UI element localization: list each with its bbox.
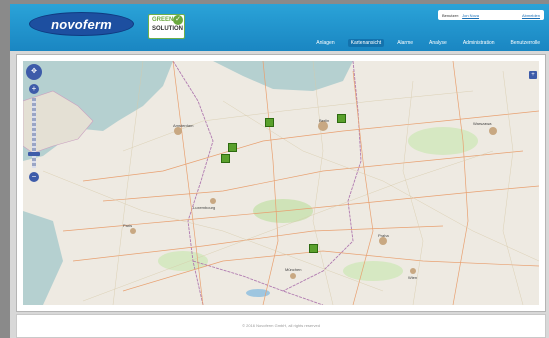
- map-canvas: [23, 61, 539, 305]
- logo[interactable]: novoferm: [29, 12, 134, 36]
- map-marker[interactable]: [228, 143, 237, 152]
- map-marker[interactable]: [337, 114, 346, 123]
- map-marker[interactable]: [221, 154, 230, 163]
- baltic-sea: [213, 61, 353, 91]
- zoom-bar[interactable]: [32, 98, 36, 168]
- zoom-control: ✥ + −: [26, 64, 42, 184]
- forest-area: [408, 127, 478, 155]
- map-marker[interactable]: [265, 118, 274, 127]
- page-footer: © 2016 Novoferm GmbH, all rights reserve…: [16, 314, 546, 338]
- map-marker[interactable]: [309, 244, 318, 253]
- nav-kartenansicht[interactable]: Kartenansicht: [347, 39, 385, 47]
- badge-line2: SOLUTION: [152, 26, 183, 32]
- border-line: [282, 61, 362, 292]
- user-bar: Benutzer: Jon Nova Abmelden: [438, 10, 544, 20]
- map-label: Warszawa: [473, 121, 492, 126]
- footer-text: © 2016 Novoferm GmbH, all rights reserve…: [242, 323, 320, 328]
- zoom-out-button[interactable]: −: [29, 172, 39, 182]
- channel-sea: [23, 211, 63, 305]
- map-label: Amsterdam: [173, 123, 194, 128]
- app-frame: novoferm GREEN SOLUTION ✓ Benutzer: Jon …: [10, 4, 549, 338]
- nav-benutzerrolle[interactable]: Benutzerrolle: [508, 39, 543, 47]
- logo-text: novoferm: [51, 16, 112, 32]
- zoom-slider-handle[interactable]: [28, 152, 40, 156]
- main-nav: Anlagen Kartenansicht Alarme Analyse Adm…: [313, 39, 543, 47]
- forest-area: [343, 261, 403, 281]
- zoom-in-button[interactable]: +: [29, 84, 39, 94]
- badge-line1: GREEN: [152, 17, 174, 23]
- app-header: novoferm GREEN SOLUTION ✓ Benutzer: Jon …: [10, 4, 549, 51]
- map-label: Wien: [408, 275, 418, 280]
- map-view[interactable]: Amsterdam Berlin Warszawa Luxembourg Par…: [23, 61, 539, 305]
- layer-switcher-button[interactable]: +: [529, 71, 537, 79]
- map-label: Paris: [123, 223, 133, 228]
- nav-anlagen[interactable]: Anlagen: [313, 39, 337, 47]
- pan-icon[interactable]: ✥: [26, 64, 42, 80]
- user-label: Benutzer:: [442, 12, 460, 18]
- map-label: Berlin: [319, 118, 330, 123]
- map-label: Luxembourg: [193, 205, 216, 210]
- check-icon: ✓: [173, 15, 183, 25]
- map-label: München: [285, 267, 302, 272]
- nav-analyse[interactable]: Analyse: [426, 39, 450, 47]
- logout-link[interactable]: Abmelden: [522, 13, 540, 18]
- map-panel: Amsterdam Berlin Warszawa Luxembourg Par…: [16, 54, 546, 312]
- nav-alarme[interactable]: Alarme: [394, 39, 416, 47]
- nav-administration[interactable]: Administration: [460, 39, 498, 47]
- user-name-link[interactable]: Jon Nova: [462, 13, 479, 18]
- border-line: [192, 260, 324, 305]
- map-label: Praha: [378, 233, 389, 238]
- green-solution-badge: GREEN SOLUTION ✓: [148, 14, 185, 39]
